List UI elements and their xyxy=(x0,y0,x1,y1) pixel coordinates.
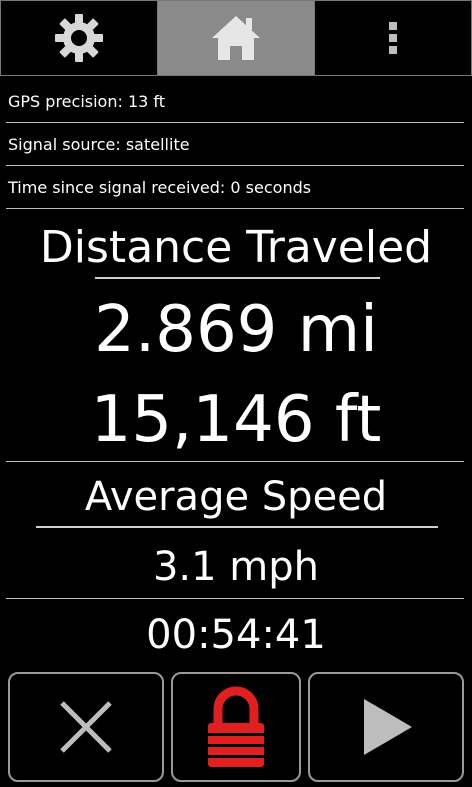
lock-icon xyxy=(208,686,264,767)
home-icon xyxy=(212,16,260,60)
more-vertical-icon xyxy=(389,22,397,54)
signal-source-text: Signal source: satellite xyxy=(6,123,464,166)
distance-title: Distance Traveled xyxy=(39,222,433,273)
stop-button[interactable] xyxy=(8,672,164,782)
average-speed-title: Average Speed xyxy=(84,474,388,520)
gps-precision-text: GPS precision: 13 ft xyxy=(6,80,464,123)
divider xyxy=(6,598,464,599)
time-since-signal-text: Time since signal received: 0 seconds xyxy=(6,166,464,209)
speed-title-underline xyxy=(36,526,438,528)
lock-button[interactable] xyxy=(171,672,301,782)
distance-title-underline xyxy=(95,277,380,279)
distance-miles: 2.869 mi xyxy=(94,293,378,367)
divider xyxy=(6,461,464,462)
play-icon xyxy=(364,699,412,755)
close-icon xyxy=(60,701,112,753)
distance-feet: 15,146 ft xyxy=(90,383,382,457)
tab-bar xyxy=(0,0,472,78)
tab-settings[interactable] xyxy=(0,0,158,76)
play-button[interactable] xyxy=(308,672,464,782)
average-speed-value: 3.1 mph xyxy=(152,544,320,590)
elapsed-time: 00:54:41 xyxy=(146,612,326,658)
tab-more[interactable] xyxy=(315,0,472,76)
gear-icon xyxy=(55,14,103,62)
tab-home[interactable] xyxy=(158,0,315,76)
